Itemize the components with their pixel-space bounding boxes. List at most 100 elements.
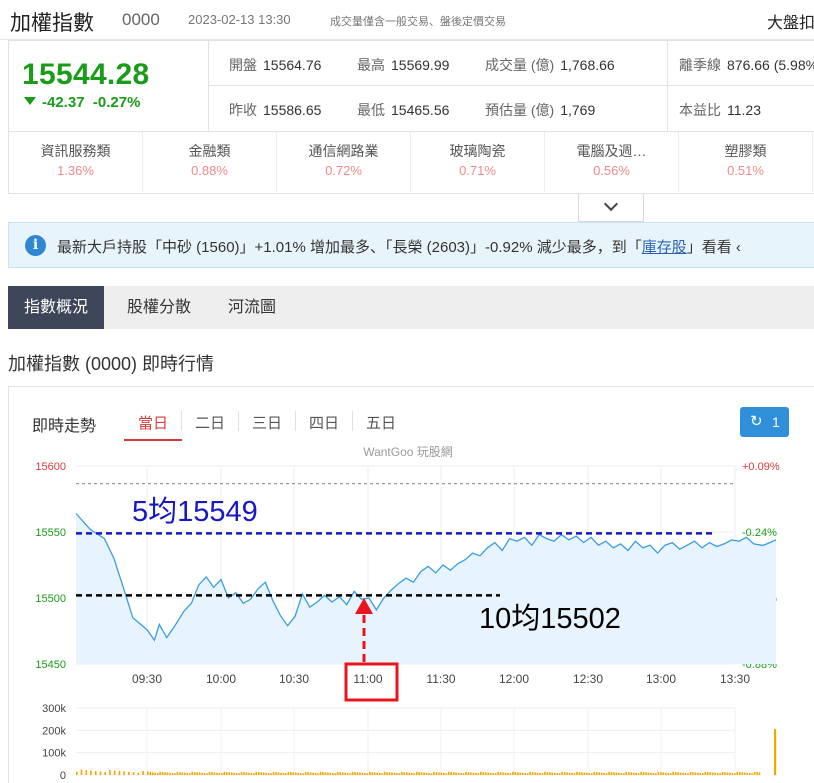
volume-bar [632,772,635,775]
volume-bar [541,773,544,775]
volume-bar [423,772,425,775]
volume-bar [608,771,610,775]
volume-bar [561,771,563,775]
volume-bar [613,772,615,775]
volume-bar [706,772,709,775]
volume-bar [628,772,630,775]
volume-bar [406,772,408,775]
volume-bar [132,772,135,775]
volume-bar [504,772,507,775]
x-tick-label: 12:30 [573,672,603,686]
volume-bar [396,773,398,775]
volume-bar [137,772,140,775]
volume-bar [238,773,240,775]
volume-bar [472,772,475,775]
volume-bar [549,772,551,775]
volume-bar [741,772,744,775]
volume-bar [571,772,573,775]
volume-bar [566,772,568,775]
volume-bar [460,773,462,775]
volume-bar [383,771,386,775]
volume-bar [262,772,265,775]
volume-bar [332,773,334,775]
volume-bar [304,771,307,775]
volume-bar [206,773,208,775]
volume-bar [109,770,111,775]
volume-bar [398,773,401,775]
volume-bar [669,773,672,775]
volume-bar [556,773,559,775]
volume-bar [519,772,522,775]
volume-bar [578,772,581,775]
volume-bar [544,771,546,775]
volume-bar [297,772,300,775]
volume-bar [179,772,181,775]
volume-bar [694,772,697,775]
volume-bar [277,772,280,775]
volume-tick-label: 0 [60,770,66,782]
volume-bar [610,772,613,775]
volume-bar [425,772,428,775]
volume-tick-label: 200k [42,725,66,737]
volume-bar [128,771,130,775]
volume-bar [280,772,282,775]
y-tick-label: 15450 [35,659,66,671]
volume-bar [188,773,191,775]
volume-bar [428,773,430,775]
volume-bar [618,772,620,775]
volume-bar [154,772,156,775]
volume-bar [302,773,304,775]
volume-bar [507,772,509,775]
volume-bar [711,772,714,775]
volume-bar [605,773,608,775]
volume-bar [492,773,494,775]
volume-bar [307,772,309,775]
volume-bar [758,772,761,775]
volume-bar [655,773,657,775]
volume-bar [290,772,292,775]
volume-bar [509,773,512,775]
volume-bar [477,773,480,775]
volume-bar [272,771,275,775]
volume-bar [211,772,213,775]
volume-bar [319,771,322,775]
volume-bar [529,771,531,775]
volume-bar [539,772,541,775]
volume-bar [344,772,346,775]
volume-tick-label: 300k [42,703,66,715]
volume-bar [563,772,566,775]
volume-bar [334,773,337,775]
volume-bar [576,771,578,775]
volume-bar [282,772,285,775]
volume-bar [142,771,144,775]
volume-bar [729,772,731,775]
volume-bar [489,772,492,775]
volume-bar [536,772,539,775]
volume-bar [292,772,295,775]
volume-bar [314,772,317,775]
volume-bar [682,772,684,775]
volume-bar [650,772,652,775]
volume-bar [603,772,605,775]
volume-bar [149,771,152,775]
volume-bar [684,773,687,775]
volume-bar [652,773,655,775]
volume-bar [667,772,670,775]
volume-bar [480,771,482,775]
volume-bar [716,773,719,775]
volume-bar [151,772,154,775]
volume-bar [287,771,290,775]
volume-bar [499,772,502,775]
y-tick-label: 15600 [35,461,66,473]
volume-bar [118,771,121,775]
volume-bar [339,772,341,775]
volume-bar [497,771,499,775]
volume-bar [381,773,383,775]
volume-bar [240,771,243,775]
volume-bar [245,772,248,775]
volume-bar [364,773,366,775]
ma10-label: 10均15502 [479,602,621,635]
volume-bar [184,772,186,775]
volume-bar [156,772,159,775]
volume-bar [388,772,391,775]
